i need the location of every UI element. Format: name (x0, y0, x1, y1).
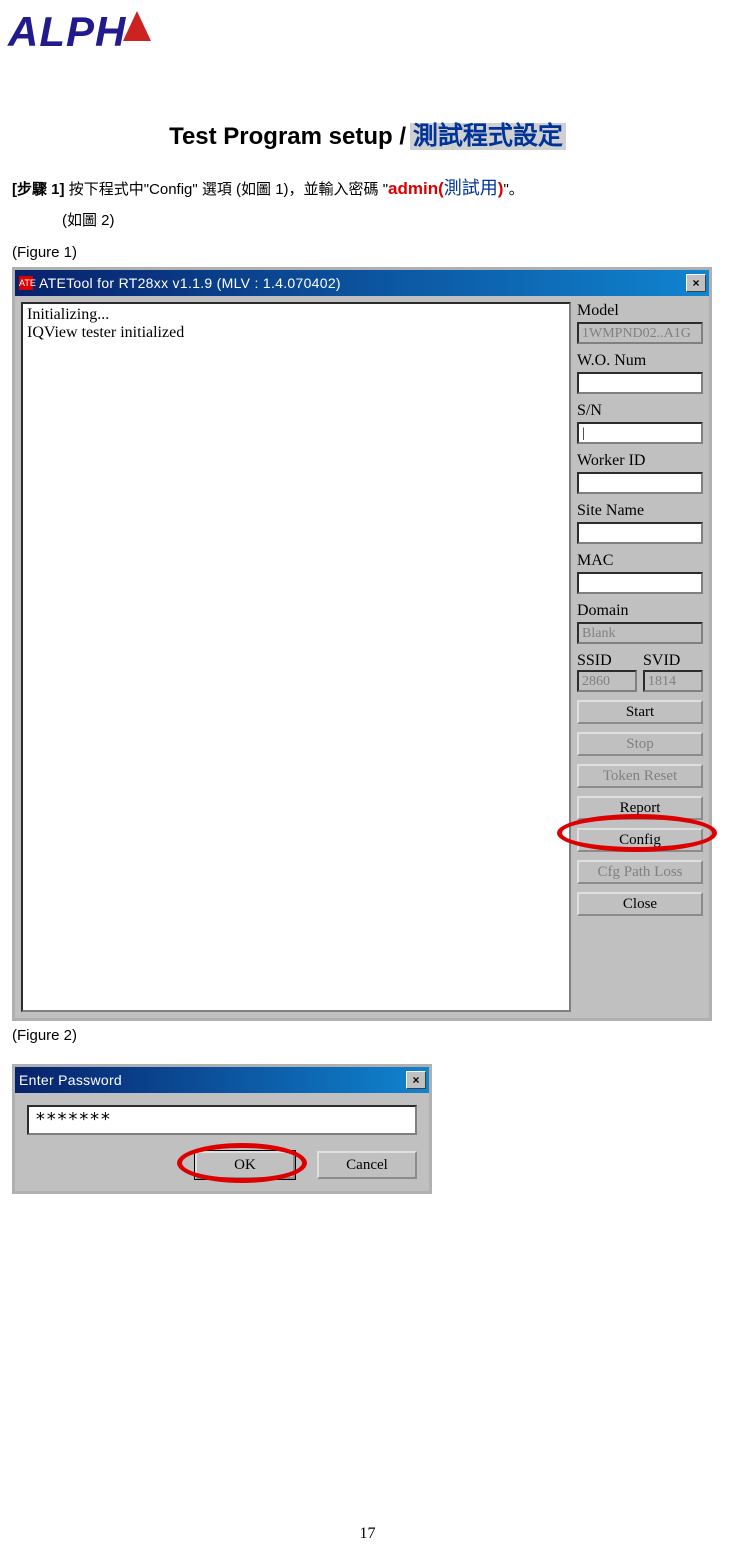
config-button[interactable]: Config (577, 828, 703, 852)
window-title: ATETool for RT28xx v1.1.9 (MLV : 1.4.070… (39, 275, 686, 291)
report-button[interactable]: Report (577, 796, 703, 820)
mac-input[interactable] (577, 572, 703, 594)
token-reset-button: Token Reset (577, 764, 703, 788)
site-input[interactable] (577, 522, 703, 544)
model-label: Model (577, 302, 703, 320)
start-button[interactable]: Start (577, 700, 703, 724)
stop-button: Stop (577, 732, 703, 756)
ssid-label: SSID (577, 652, 637, 670)
step-text-a: 按下程式中"Config" 選項 (如圖 1)，並輸入密碼 " (69, 181, 388, 198)
close-icon[interactable]: × (686, 274, 706, 292)
ok-button[interactable]: OK (195, 1151, 295, 1179)
password-titlebar: Enter Password × (15, 1067, 429, 1093)
password-input[interactable]: ******* (27, 1105, 417, 1135)
password-window: Enter Password × ******* OK Cancel (12, 1064, 432, 1194)
side-panel: Model 1WMPND02..A1G W.O. Num S/N | Worke… (577, 302, 703, 1012)
mac-label: MAC (577, 552, 703, 570)
figure1-caption: (Figure 1) (12, 244, 723, 261)
password-title: Enter Password (19, 1072, 406, 1088)
sn-label: S/N (577, 402, 703, 420)
step-1-instruction: [步驟 1] 按下程式中"Config" 選項 (如圖 1)，並輸入密碼 "ad… (12, 170, 723, 236)
step-label: [步驟 1] (12, 181, 65, 198)
admin-zh: 測試用 (444, 178, 498, 198)
sn-input[interactable]: | (577, 422, 703, 444)
site-label: Site Name (577, 502, 703, 520)
domain-input: Blank (577, 622, 703, 644)
app-icon: ATE (19, 276, 33, 290)
admin-text: admin( (388, 179, 444, 198)
step-text-b: (如圖 2) (62, 212, 115, 229)
cfg-path-loss-button: Cfg Path Loss (577, 860, 703, 884)
model-input: 1WMPND02..A1G (577, 322, 703, 344)
svid-label: SVID (643, 652, 703, 670)
atetool-window: ATE ATETool for RT28xx v1.1.9 (MLV : 1.4… (12, 267, 712, 1021)
wo-input[interactable] (577, 372, 703, 394)
worker-input[interactable] (577, 472, 703, 494)
console-output: Initializing... IQView tester initialize… (21, 302, 571, 1012)
close-button[interactable]: Close (577, 892, 703, 916)
wo-label: W.O. Num (577, 352, 703, 370)
title-zh: 測試程式設定 (410, 123, 566, 150)
titlebar: ATE ATETool for RT28xx v1.1.9 (MLV : 1.4… (15, 270, 709, 296)
svid-input: 1814 (643, 670, 703, 692)
quote-end: "。 (503, 181, 523, 198)
page-title: Test Program setup / 測試程式設定 (0, 116, 735, 152)
worker-label: Worker ID (577, 452, 703, 470)
console-line: Initializing... (27, 306, 565, 324)
ssid-input: 2860 (577, 670, 637, 692)
close-icon[interactable]: × (406, 1071, 426, 1089)
cancel-button[interactable]: Cancel (317, 1151, 417, 1179)
page-number: 17 (0, 1525, 735, 1543)
title-en: Test Program setup / (169, 123, 406, 150)
alpha-logo: ALPH (8, 8, 148, 56)
console-line: IQView tester initialized (27, 324, 565, 342)
figure2-caption: (Figure 2) (12, 1027, 723, 1044)
domain-label: Domain (577, 602, 703, 620)
